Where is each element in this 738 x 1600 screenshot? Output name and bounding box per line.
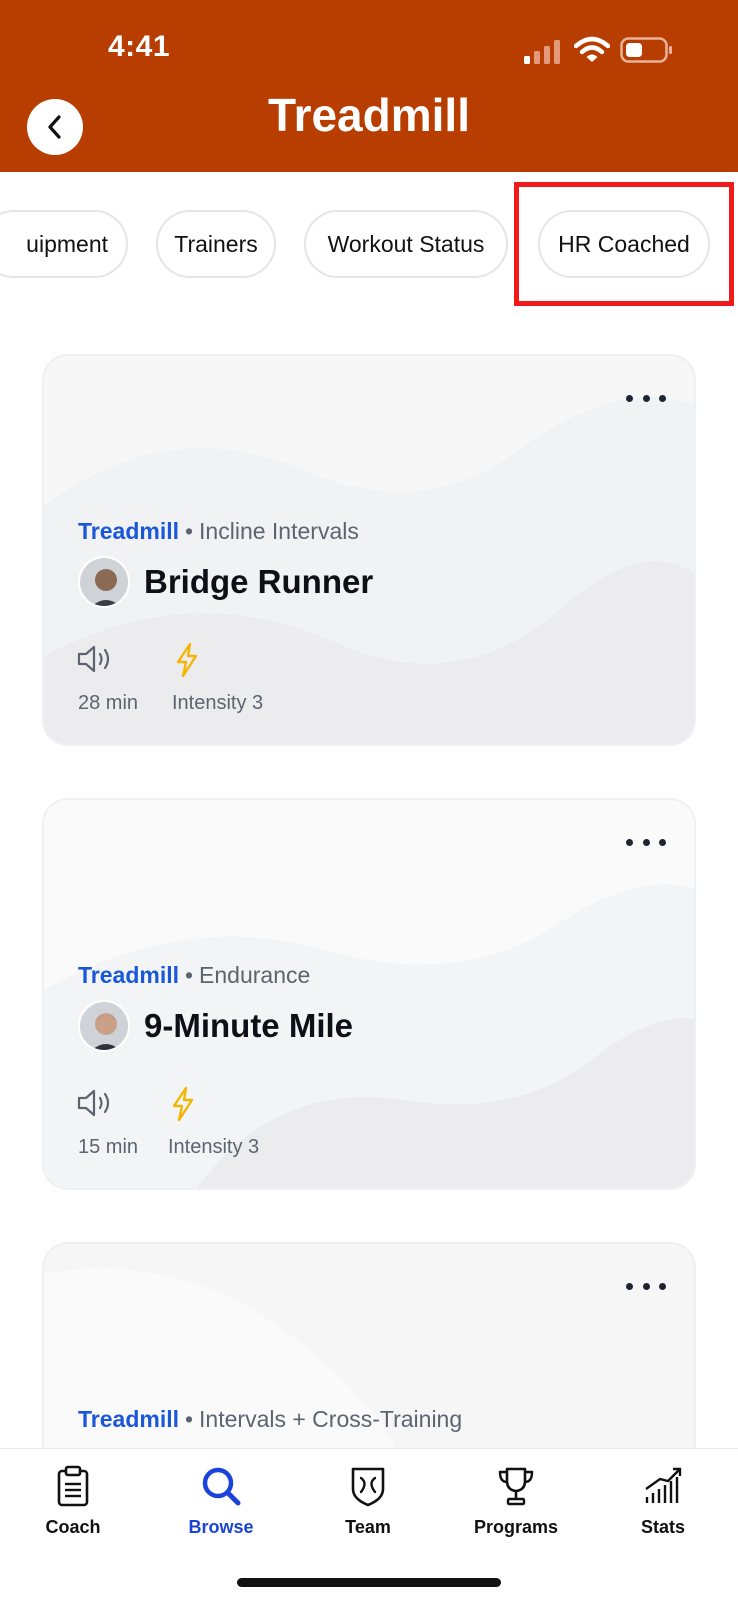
nav-label-programs: Programs — [473, 1517, 559, 1537]
page-title: Treadmill — [268, 89, 470, 141]
more-options-button[interactable] — [626, 1274, 666, 1298]
workout-intensity: Intensity 3 — [172, 692, 264, 714]
nav-item-team[interactable]: Team — [308, 1463, 428, 1538]
card-brand: Treadmill — [78, 518, 179, 544]
trainer-avatar — [78, 556, 130, 608]
card-background-waves — [44, 800, 694, 1188]
nav-item-stats[interactable]: Stats — [603, 1463, 723, 1538]
nav-item-programs[interactable]: Programs — [456, 1463, 576, 1538]
filter-chip-equipment[interactable]: uipment — [0, 210, 128, 278]
highlight-box — [514, 182, 734, 306]
battery-icon — [620, 37, 672, 63]
card-brand: Treadmill — [78, 962, 179, 988]
nav-label-browse: Browse — [188, 1517, 254, 1537]
shield-icon — [351, 1467, 385, 1507]
audio-icon — [77, 1089, 110, 1117]
filter-chip-workout-status[interactable]: Workout Status — [304, 210, 508, 278]
card-meta: Treadmill • Incline Intervals — [78, 518, 359, 545]
bar-chart-icon — [645, 1467, 682, 1503]
filter-chip-trainers[interactable]: Trainers — [156, 210, 276, 278]
nav-label-team: Team — [345, 1517, 391, 1537]
lightning-icon — [176, 642, 198, 678]
status-time: 4:41 — [108, 30, 171, 63]
meta-separator: • — [184, 962, 194, 988]
workout-card[interactable]: Treadmill • Endurance 9-Minute Mile 15 min… — [42, 798, 696, 1190]
card-title-row: Bridge Runner — [78, 556, 373, 608]
card-title-row: 9-Minute Mile — [78, 1000, 353, 1052]
card-category: Endurance — [199, 962, 311, 988]
card-meta: Treadmill • Intervals + Cross-Training — [78, 1406, 462, 1433]
workout-intensity: Intensity 3 — [168, 1136, 260, 1158]
nav-label-coach: Coach — [45, 1517, 101, 1537]
nav-item-coach[interactable]: Coach — [13, 1463, 133, 1538]
card-category: Incline Intervals — [199, 518, 359, 544]
workout-title: Bridge Runner — [144, 563, 374, 600]
workout-title: 9-Minute Mile — [144, 1007, 354, 1044]
lightning-icon — [172, 1086, 194, 1122]
wifi-icon — [574, 36, 610, 62]
more-options-button[interactable] — [626, 386, 666, 410]
trainer-avatar — [78, 1000, 130, 1052]
card-brand: Treadmill — [78, 1406, 179, 1432]
workout-card[interactable]: Treadmill • Incline Intervals Bridge Runne… — [42, 354, 696, 746]
meta-separator: • — [184, 518, 194, 544]
card-background-waves — [44, 356, 694, 744]
search-icon — [202, 1467, 241, 1506]
home-indicator — [237, 1578, 501, 1587]
more-options-button[interactable] — [626, 830, 666, 854]
nav-label-stats: Stats — [640, 1517, 685, 1537]
workout-duration: 28 min — [78, 692, 139, 714]
meta-separator: • — [184, 1406, 194, 1432]
cellular-signal-icon — [524, 40, 560, 64]
app-header: 4:41 Treadmill — [0, 0, 738, 172]
card-meta: Treadmill • Endurance — [78, 962, 310, 989]
trophy-icon — [498, 1467, 534, 1506]
clipboard-icon — [57, 1465, 89, 1507]
workout-duration: 15 min — [78, 1136, 139, 1158]
nav-item-browse[interactable]: Browse — [161, 1463, 281, 1538]
card-category: Intervals + Cross-Training — [199, 1406, 463, 1432]
audio-icon — [77, 645, 110, 673]
